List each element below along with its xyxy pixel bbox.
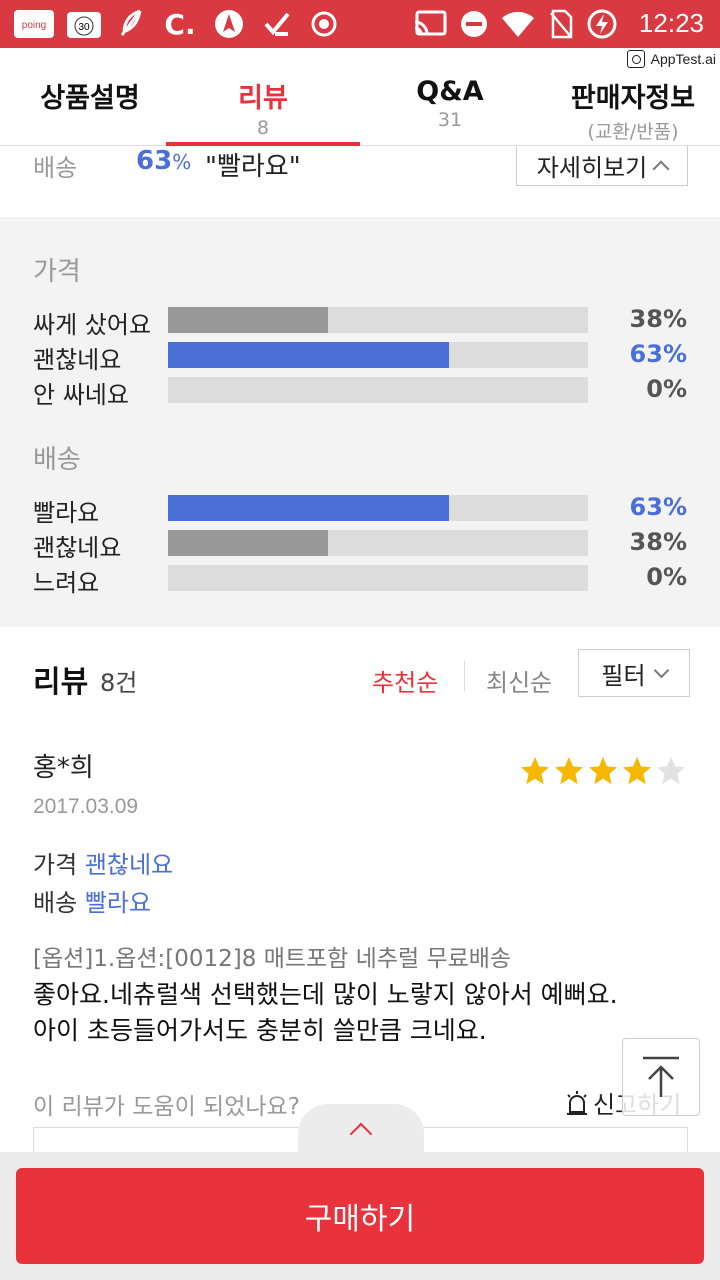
review-price-rating: 가격 괜찮네요 [33,851,174,879]
tab-count: 31 [437,109,463,131]
siren-icon [567,1090,587,1115]
sort-recommended[interactable]: 추천순 [372,663,438,698]
star-filled-icon [621,755,653,787]
rating-bar-fill [168,530,328,556]
rating-summary: 배송 63% "빨라요" 자세히보기 [0,146,720,216]
rating-row-percent: 63% [629,493,687,521]
summary-percent: 63% [136,146,192,176]
rating-row-label: 느려요 [33,569,100,597]
svg-text:poing: poing [22,20,46,31]
cast-icon [412,10,448,38]
rating-bar [168,495,588,521]
no-sim-icon [548,9,574,39]
tab-bar: 상품설명 리뷰 8 Q&A 31 판매자정보 (교환/반품) [0,48,720,146]
review-date: 2017.03.09 [33,795,139,818]
rating-row-label: 괜찮네요 [33,346,122,374]
wifi-icon [500,10,536,38]
chevron-up-icon [652,160,670,177]
feather-icon [116,9,146,38]
arrow-up-icon [643,1056,679,1097]
rating-row: 느려요 0% [0,563,720,597]
rating-group-title: 가격 [33,257,81,287]
review-count: 8건 [100,669,138,697]
status-time: 12:23 [638,8,704,38]
rating-row: 괜찮네요 38% [0,528,720,562]
rating-bar-fill [168,495,450,521]
battery-charging-icon [586,9,618,39]
expand-handle[interactable] [298,1104,424,1164]
c-app-icon: C. [164,7,196,41]
rating-row-label: 싸게 샀어요 [33,311,152,339]
review-delivery-rating: 배송 빨라요 [33,889,152,917]
review-option: [옵션]1.옵션:[0012]8 매트포함 네추럴 무료배송 [33,946,512,972]
review-author: 홍*희 [33,753,94,783]
helpful-question: 이 리뷰가 도움이 되었나요? [33,1094,300,1120]
rating-row-label: 안 싸네요 [33,381,129,409]
record-icon [310,10,338,38]
rating-bar [168,307,588,333]
tab-label: 판매자정보 [570,83,696,114]
status-bar: poing 30 C. 12:23 [0,0,720,48]
star-empty-icon [655,755,687,787]
rating-row: 괜찮네요 63% [0,340,720,374]
rating-bar-fill [168,307,328,333]
rating-row-percent: 38% [629,528,687,556]
rating-row-label: 빨라요 [33,499,100,527]
review-item: 홍*희 2017.03.09 가격 괜찮네요 배송 빨라요 [옵션]1.옵션:[… [0,727,720,1167]
apptest-watermark: AppTest.ai [626,50,716,68]
summary-value: "빨라요" [205,152,301,182]
tab-reviews[interactable]: 리뷰 8 [166,48,360,146]
calendar-icon: 30 [66,10,102,38]
tab-sub: (교환/반품) [587,121,679,143]
tab-qna[interactable]: Q&A 31 [360,48,540,146]
apptest-label: AppTest.ai [650,51,716,67]
star-filled-icon [553,755,585,787]
buy-button[interactable]: 구매하기 [16,1168,704,1264]
rating-bar-fill [168,342,450,368]
camera-icon [626,50,645,68]
tab-count: 8 [256,117,270,139]
star-filled-icon [519,755,551,787]
rating-row: 빨라요 63% [0,493,720,527]
check-icon [262,10,292,38]
review-body: 좋아요.네츄럴색 선택했는데 많이 노랗지 않아서 예뻐요. 아이 초등들어가서… [33,980,618,1045]
chevron-down-icon [653,662,669,678]
rating-breakdown: 가격 싸게 샀어요 38% 괜찮네요 63% 안 싸네요 0% 배송 빨라요 6… [0,217,720,627]
filter-button[interactable]: 필터 [578,649,690,697]
poing-app-icon: poing [12,10,56,38]
tab-label: 리뷰 [238,83,288,114]
sort-latest[interactable]: 최신순 [486,663,552,698]
rating-bar [168,342,588,368]
rating-row-percent: 63% [629,340,687,368]
rating-bar [168,377,588,403]
rating-row-percent: 0% [646,375,687,403]
rating-row-percent: 0% [646,563,687,591]
svg-text:30: 30 [78,22,90,33]
tab-product-description[interactable]: 상품설명 [14,48,166,146]
rating-bar [168,565,588,591]
rating-row: 안 싸네요 0% [0,375,720,409]
chevron-up-icon [349,1122,373,1146]
review-section-title: 리뷰 [33,665,89,700]
divider [464,661,465,691]
summary-label: 배송 [33,154,78,182]
rating-row-percent: 38% [629,305,687,333]
star-filled-icon [587,755,619,787]
compass-icon [212,10,246,38]
rating-row: 싸게 샀어요 38% [0,305,720,339]
dnd-icon [458,10,490,38]
details-label: 자세히보기 [536,154,648,182]
filter-label: 필터 [601,661,646,690]
review-list-header: 리뷰 8건 추천순 최신순 필터 [0,627,720,727]
rating-group-title: 배송 [33,445,81,475]
rating-bar [168,530,588,556]
star-rating [519,755,687,787]
scroll-top-button[interactable] [622,1038,700,1116]
rating-row-label: 괜찮네요 [33,534,122,562]
details-toggle-button[interactable]: 자세히보기 [516,146,688,186]
tab-label: 상품설명 [40,83,140,114]
tab-label: Q&A [416,76,484,107]
